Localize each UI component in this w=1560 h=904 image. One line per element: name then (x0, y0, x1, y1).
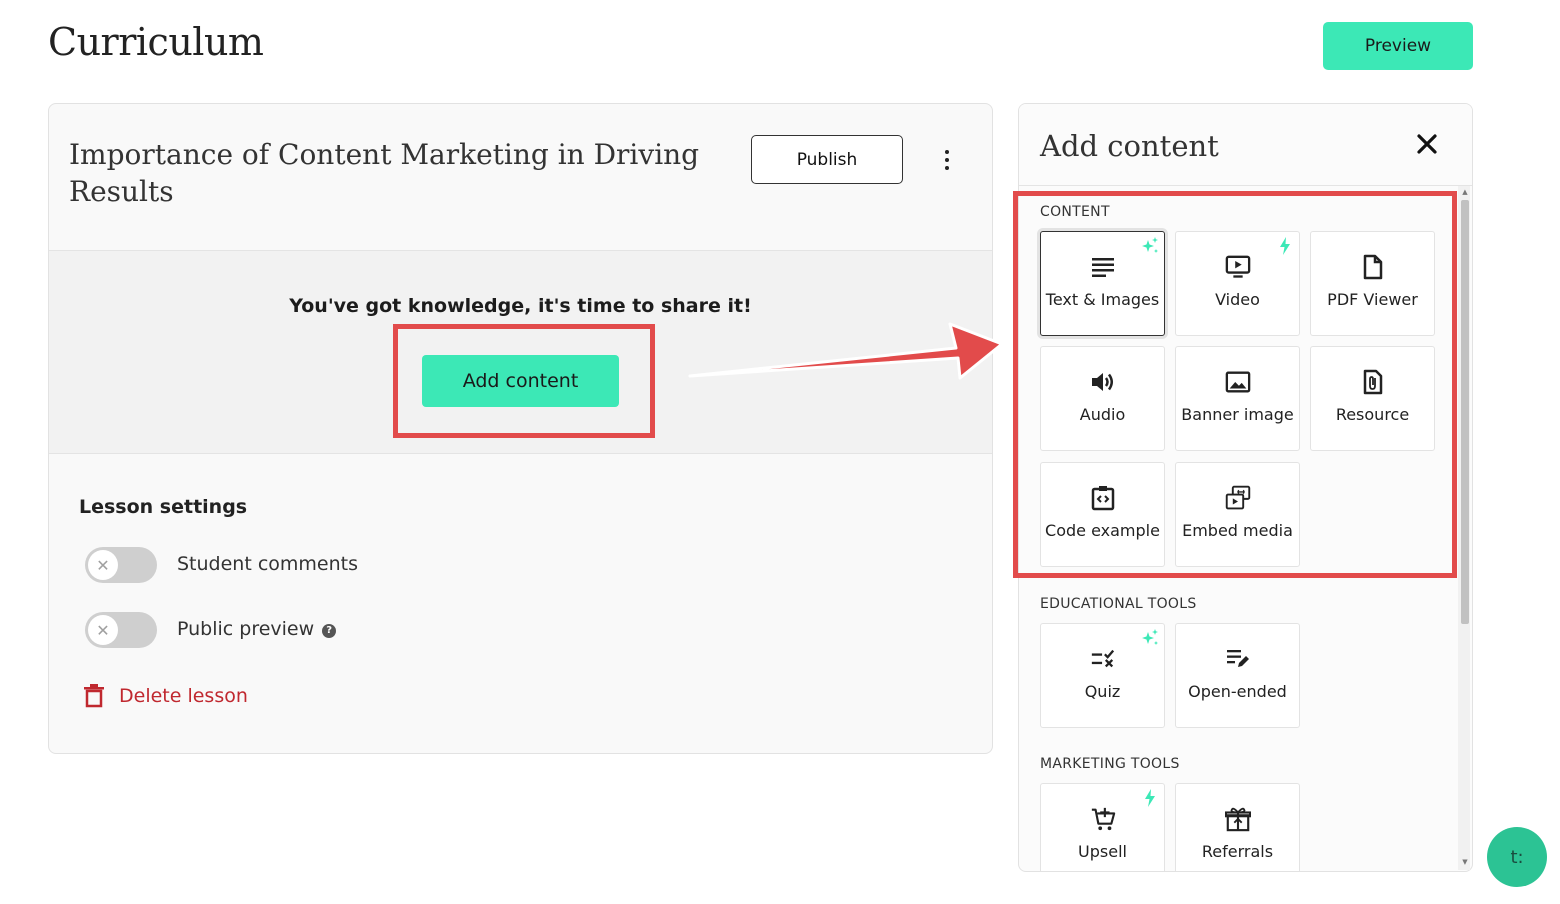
publish-button[interactable]: Publish (751, 135, 903, 184)
trash-icon (84, 684, 104, 708)
toggle-off-icon: ✕ (88, 615, 118, 645)
scroll-up-icon[interactable]: ▲ (1460, 188, 1470, 196)
gift-icon (1224, 807, 1251, 832)
lesson-settings-title: Lesson settings (79, 496, 248, 518)
delete-lesson-label: Delete lesson (119, 685, 248, 707)
scroll-down-icon[interactable]: ▼ (1460, 858, 1470, 866)
close-icon[interactable] (1413, 130, 1441, 158)
tile-label: Quiz (1084, 682, 1121, 701)
scrollbar-thumb[interactable] (1461, 200, 1469, 624)
annotation-highlight-box (393, 324, 655, 438)
cart-plus-icon (1091, 807, 1115, 831)
tile-referrals[interactable]: Referrals (1175, 783, 1300, 871)
panel-header: Add content (1019, 104, 1472, 186)
help-icon[interactable]: ? (322, 623, 337, 638)
tile-quiz[interactable]: Quiz (1040, 623, 1165, 728)
tile-label: Open-ended (1188, 682, 1287, 701)
tile-open-ended[interactable]: Open-ended (1175, 623, 1300, 728)
toggle-off-icon: ✕ (88, 550, 118, 580)
empty-state-message: You've got knowledge, it's time to share… (289, 295, 752, 317)
lesson-card: Importance of Content Marketing in Drivi… (48, 103, 993, 754)
section-label-educational: EDUCATIONAL TOOLS (1040, 596, 1197, 612)
annotation-highlight-box (1013, 191, 1457, 578)
student-comments-label: Student comments (177, 553, 359, 575)
public-preview-toggle[interactable]: ✕ (85, 612, 157, 648)
more-options-icon[interactable] (935, 144, 959, 176)
student-comments-toggle[interactable]: ✕ (85, 547, 157, 583)
section-label-marketing: MARKETING TOOLS (1040, 756, 1180, 772)
annotation-arrow (688, 322, 1004, 380)
tile-upsell[interactable]: Upsell (1040, 783, 1165, 871)
sparkle-icon (1142, 629, 1158, 645)
public-preview-text: Public preview (177, 618, 315, 640)
lesson-title[interactable]: Importance of Content Marketing in Drivi… (69, 136, 709, 210)
tile-label: Referrals (1201, 842, 1274, 861)
quiz-icon (1091, 649, 1114, 668)
public-preview-label: Public preview? (177, 618, 337, 640)
edit-lines-icon (1226, 650, 1249, 667)
tile-label: Upsell (1078, 842, 1127, 861)
panel-title: Add content (1040, 129, 1219, 163)
lightning-icon (1145, 789, 1155, 807)
lesson-header: Importance of Content Marketing in Drivi… (49, 104, 992, 251)
preview-button[interactable]: Preview (1323, 22, 1473, 70)
page-title: Curriculum (48, 20, 264, 64)
delete-lesson-button[interactable]: Delete lesson (83, 684, 248, 708)
chat-widget-button[interactable]: t: (1487, 827, 1547, 887)
